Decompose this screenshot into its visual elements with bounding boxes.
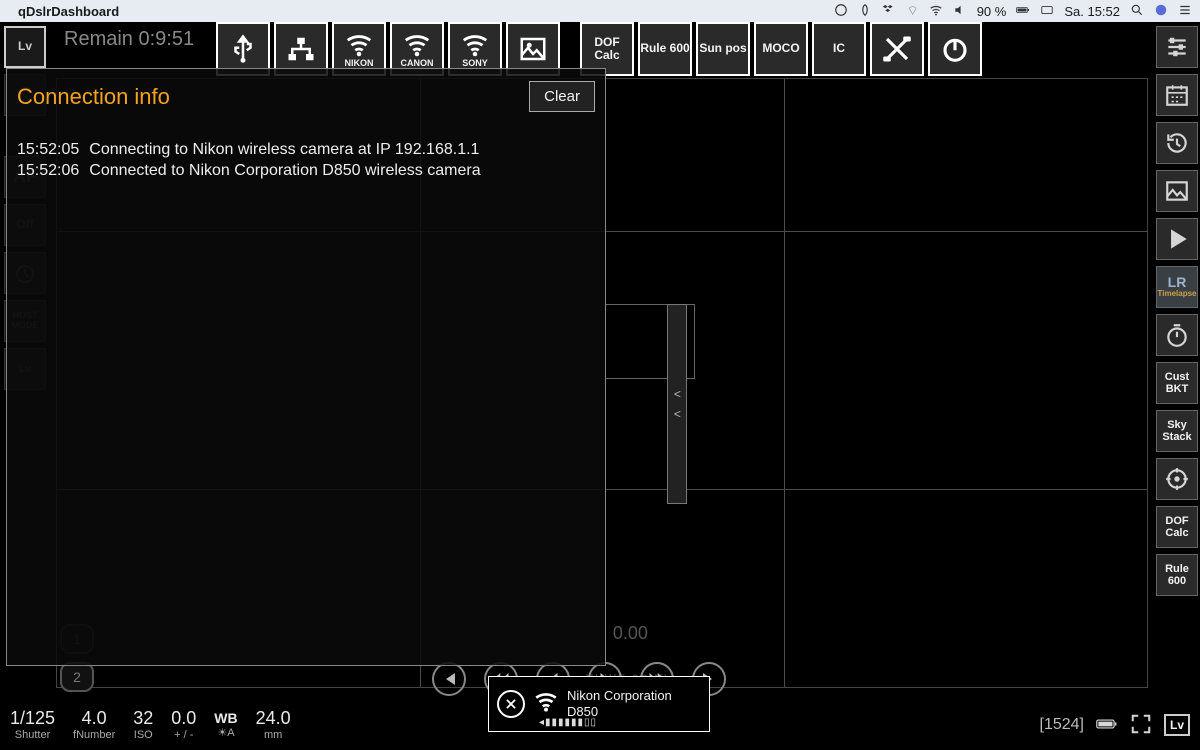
network-icon <box>286 34 316 64</box>
device-battery-bar: ◂▮▮▮▮▮▮▯▯ <box>539 717 597 728</box>
log-time: 15:52:05 <box>17 140 79 161</box>
volume-icon[interactable] <box>953 3 967 20</box>
mac-menubar: qDslrDashboard ⌔ 90 % Sa. 15:52 <box>0 0 1200 22</box>
power-button[interactable] <box>928 22 982 76</box>
wifi-icon[interactable] <box>929 3 943 20</box>
sunpos-button[interactable]: Sun pos <box>696 22 750 76</box>
sky-stack-button[interactable]: Sky Stack <box>1156 410 1198 452</box>
remain-counter: Remain 0:9:51 <box>64 28 194 51</box>
ic-button[interactable]: IC <box>812 22 866 76</box>
battery-text: 90 % <box>977 4 1007 19</box>
spotlight-icon[interactable] <box>1130 3 1144 20</box>
history-button[interactable] <box>1156 122 1198 164</box>
wb-value: WB <box>214 711 237 726</box>
fullscreen-button[interactable] <box>1130 713 1152 738</box>
skip-back-button[interactable] <box>432 662 466 696</box>
shots-remaining: [1524] <box>1040 716 1084 734</box>
bluetooth-icon[interactable]: ⌔ <box>906 3 918 19</box>
dropbox-icon[interactable] <box>882 3 896 20</box>
image-icon <box>1164 178 1190 204</box>
connected-device-box: Nikon Corporation D850 ◂▮▮▮▮▮▮▯▯ <box>488 676 710 732</box>
device-name-line1: Nikon Corporation <box>567 688 672 704</box>
settings-button[interactable] <box>870 22 924 76</box>
shutter-control[interactable]: 1/125 Shutter <box>10 709 55 741</box>
rule600-top-button[interactable]: Rule 600 <box>638 22 692 76</box>
log-msg: Connected to Nikon Corporation D850 wire… <box>89 161 480 182</box>
clock-text: Sa. 15:52 <box>1064 4 1120 19</box>
notification-center-icon[interactable] <box>1178 3 1192 20</box>
aperture-control[interactable]: 4.0 fNumber <box>73 709 115 741</box>
focal-value: 24.0 <box>256 709 291 729</box>
close-icon <box>504 697 518 711</box>
app-title: qDslrDashboard <box>18 4 119 19</box>
creative-cloud-icon[interactable] <box>834 3 848 20</box>
gallery-side-button[interactable] <box>1156 170 1198 212</box>
exp-comp-value: 0.0 <box>171 709 196 729</box>
siri-icon[interactable] <box>1154 3 1168 20</box>
shutter-value: 1/125 <box>10 709 55 729</box>
aperture-label: fNumber <box>73 729 115 741</box>
focal-label: mm <box>264 729 282 741</box>
sliders-icon <box>1164 34 1190 60</box>
disconnect-button[interactable] <box>497 690 525 718</box>
power-icon <box>940 34 970 64</box>
wifi-icon <box>402 29 432 59</box>
connection-info-panel: Connection info Clear 15:52:05 Connectin… <box>6 68 606 666</box>
clear-log-button[interactable]: Clear <box>529 81 595 112</box>
iso-label: ISO <box>134 729 153 741</box>
adjustments-sliders-button[interactable] <box>1156 26 1198 68</box>
play-icon <box>1164 226 1190 252</box>
lv-toggle-button[interactable]: Lv <box>4 26 46 68</box>
device-name: Nikon Corporation D850 <box>567 688 672 719</box>
focus-target-button[interactable] <box>1156 458 1198 500</box>
aperture-value: 4.0 <box>82 709 107 729</box>
interval-calendar-button[interactable] <box>1156 74 1198 116</box>
wb-control[interactable]: WB ☀A <box>214 711 237 738</box>
moco-button[interactable]: MOCO <box>754 22 808 76</box>
focus-slider[interactable]: < < <box>667 304 687 504</box>
wifi-icon <box>344 29 374 59</box>
connection-log: 15:52:05 Connecting to Nikon wireless ca… <box>17 140 595 182</box>
page-2-badge[interactable]: 2 <box>60 662 94 692</box>
chevron-left-icon: < <box>674 387 681 401</box>
shutter-label: Shutter <box>15 729 50 741</box>
wifi-icon <box>533 689 559 720</box>
image-icon <box>518 34 548 64</box>
liveview-center-value: 0.00 <box>613 623 648 644</box>
battery-icon[interactable] <box>1016 3 1030 20</box>
tools-icon <box>882 34 912 64</box>
history-icon <box>1164 130 1190 156</box>
chevron-left-icon: < <box>674 407 681 421</box>
iso-control[interactable]: 32 ISO <box>133 709 153 741</box>
rule600-side-button[interactable]: Rule 600 <box>1156 554 1198 596</box>
exp-comp-label: + / - <box>174 729 193 741</box>
play-button[interactable] <box>1156 218 1198 260</box>
wb-label: ☀A <box>217 727 234 739</box>
dof-calc-side-button[interactable]: DOF Calc <box>1156 506 1198 548</box>
fullscreen-icon <box>1130 713 1152 735</box>
log-time: 15:52:06 <box>17 161 79 182</box>
grid-line <box>784 79 785 687</box>
connection-log-row: 15:52:06 Connected to Nikon Corporation … <box>17 161 595 182</box>
cust-bkt-button[interactable]: Cust BKT <box>1156 362 1198 404</box>
battery-icon <box>1096 713 1118 738</box>
iso-value: 32 <box>133 709 153 729</box>
avira-icon[interactable] <box>858 3 872 20</box>
connection-log-row: 15:52:05 Connecting to Nikon wireless ca… <box>17 140 595 161</box>
textinput-icon[interactable] <box>1040 3 1054 20</box>
connection-info-title: Connection info <box>17 84 170 110</box>
target-icon <box>1164 466 1190 492</box>
usb-icon <box>228 34 258 64</box>
exp-comp-control[interactable]: 0.0 + / - <box>171 709 196 741</box>
lv-indicator[interactable]: Lv <box>1164 714 1190 736</box>
log-msg: Connecting to Nikon wireless camera at I… <box>89 140 479 161</box>
stopwatch-icon <box>1164 322 1190 348</box>
focal-length-readout: 24.0 mm <box>256 709 291 741</box>
lrtimelapse-button[interactable]: LR Timelapse <box>1156 266 1198 308</box>
wifi-icon <box>460 29 490 59</box>
calendar-icon <box>1164 82 1190 108</box>
self-timer-button[interactable] <box>1156 314 1198 356</box>
